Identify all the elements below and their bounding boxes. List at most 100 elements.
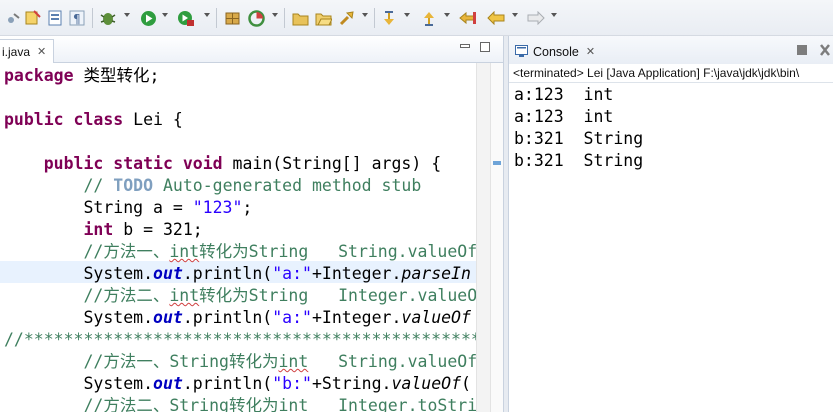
console-tab[interactable]: Console ✕ — [509, 39, 605, 64]
code-token: 类型转化; — [73, 66, 160, 85]
prev-annotation-icon[interactable] — [420, 9, 438, 27]
open-type-icon[interactable] — [46, 9, 64, 27]
code-line[interactable]: public static void main(String[] args) { — [4, 153, 441, 175]
code-token: "123" — [192, 198, 243, 217]
open-folder-icon[interactable] — [290, 9, 310, 27]
close-icon[interactable]: ✕ — [37, 45, 46, 58]
remove-launch-icon[interactable] — [819, 42, 830, 56]
code-token: 转化为String Integer.valueO — [199, 286, 476, 305]
overview-ruler — [490, 63, 503, 412]
code-token: valueOf — [401, 308, 471, 327]
code-editor[interactable]: package 类型转化; public class Lei { public s… — [0, 63, 476, 412]
code-token: "a:" — [272, 264, 312, 283]
code-line[interactable]: //方法一、int转化为String String.valueOf — [4, 241, 476, 263]
search-icon[interactable] — [337, 9, 357, 27]
show-whitespace-icon[interactable]: ¶ — [68, 9, 86, 27]
terminate-icon[interactable] — [797, 45, 807, 55]
code-token: System. — [4, 264, 154, 283]
code-token: TODO — [113, 176, 154, 195]
debug-icon[interactable] — [98, 9, 118, 27]
code-line[interactable]: // TODO Auto-generated method stub — [4, 175, 421, 197]
code-token: class — [73, 110, 124, 129]
code-token: // — [83, 176, 114, 195]
new-package-icon[interactable] — [222, 9, 242, 27]
code-token: //方法二、 — [83, 286, 170, 305]
console-tab-bar: Console ✕ — [509, 36, 833, 64]
code-token: public — [4, 110, 64, 129]
code-token: void — [182, 154, 223, 173]
main-toolbar: ¶ — [0, 0, 833, 36]
code-token: int — [83, 220, 114, 239]
next-annotation-icon[interactable] — [380, 9, 398, 27]
run-icon[interactable] — [138, 9, 158, 27]
open-project-icon[interactable] — [313, 9, 333, 27]
code-token: System. — [4, 374, 154, 393]
code-line[interactable]: String a = "123"; — [4, 197, 252, 219]
code-token: //方法一、String转化为 — [83, 352, 279, 371]
maximize-icon[interactable] — [480, 42, 490, 52]
code-token: main(String[] args) { — [222, 154, 442, 173]
code-token: b = 321; — [113, 220, 203, 239]
code-line[interactable]: System.out.println("a:"+Integer.valueOf — [4, 307, 471, 329]
code-token: //方法二、String转化为 — [83, 396, 279, 412]
console-line: b:321 String — [514, 151, 644, 170]
console-process-label: <terminated> Lei [Java Application] F:\j… — [509, 64, 833, 83]
editor-scrollbar[interactable] — [476, 63, 490, 412]
code-token: valueOf — [391, 374, 462, 393]
code-line[interactable]: package 类型转化; — [4, 65, 159, 87]
code-line[interactable]: System.out.println("b:"+String.valueOf( — [4, 373, 471, 395]
editor-tab-bar: i.java ✕ — [0, 36, 503, 63]
code-token: String a = — [4, 198, 193, 217]
code-line[interactable]: //方法二、String转化为int Integer.toStri — [4, 395, 476, 412]
code-line[interactable]: //**************************************… — [4, 329, 476, 351]
code-token: Lei { — [123, 110, 183, 129]
code-token: int — [169, 286, 200, 305]
code-token: parseIn — [401, 264, 471, 283]
overview-marker[interactable] — [493, 161, 501, 165]
console-tab-label: Console — [533, 44, 579, 59]
back-icon[interactable] — [486, 9, 506, 27]
code-token: .println( — [182, 264, 273, 283]
minimize-icon[interactable] — [460, 44, 470, 48]
external-tools-icon[interactable] — [176, 9, 196, 27]
close-icon[interactable]: ✕ — [586, 45, 595, 58]
editor-tab-label: i.java — [2, 44, 31, 59]
code-token: +String. — [311, 374, 392, 393]
console-line: a:123 int — [514, 107, 614, 126]
last-edit-icon[interactable] — [458, 9, 478, 27]
code-token: //方法一、 — [83, 242, 170, 261]
code-token: .println( — [182, 374, 273, 393]
code-line[interactable]: System.out.println("a:"+Integer.parseIn — [4, 263, 471, 285]
code-line[interactable]: //方法二、int转化为String Integer.valueO — [4, 285, 476, 307]
code-line[interactable]: //方法一、String转化为int String.valueOf — [4, 351, 476, 373]
code-token: int — [278, 396, 309, 412]
code-line[interactable]: int b = 321; — [4, 219, 203, 241]
svg-text:¶: ¶ — [73, 12, 81, 26]
new-class-icon[interactable] — [24, 9, 42, 27]
code-token: out — [153, 264, 183, 283]
code-token: ( — [461, 374, 471, 393]
forward-icon[interactable] — [526, 9, 546, 27]
console-line: a:123 int — [514, 85, 614, 104]
editor-tab[interactable]: i.java ✕ — [0, 39, 54, 63]
code-token: int — [169, 242, 200, 261]
code-token: +Integer. — [311, 264, 402, 283]
code-token: int — [278, 352, 309, 371]
console-output[interactable]: a:123 int a:123 int b:321 String b:321 Stri… — [509, 83, 833, 412]
code-token: +Integer. — [311, 308, 402, 327]
skip-all-breakpoints-icon[interactable] — [6, 9, 22, 27]
console-line: b:321 String — [514, 129, 644, 148]
coverage-icon[interactable] — [246, 9, 266, 27]
code-token: out — [153, 374, 183, 393]
code-line[interactable]: public class Lei { — [4, 109, 183, 131]
code-token: "a:" — [272, 308, 312, 327]
code-token: //**************************************… — [4, 330, 476, 349]
